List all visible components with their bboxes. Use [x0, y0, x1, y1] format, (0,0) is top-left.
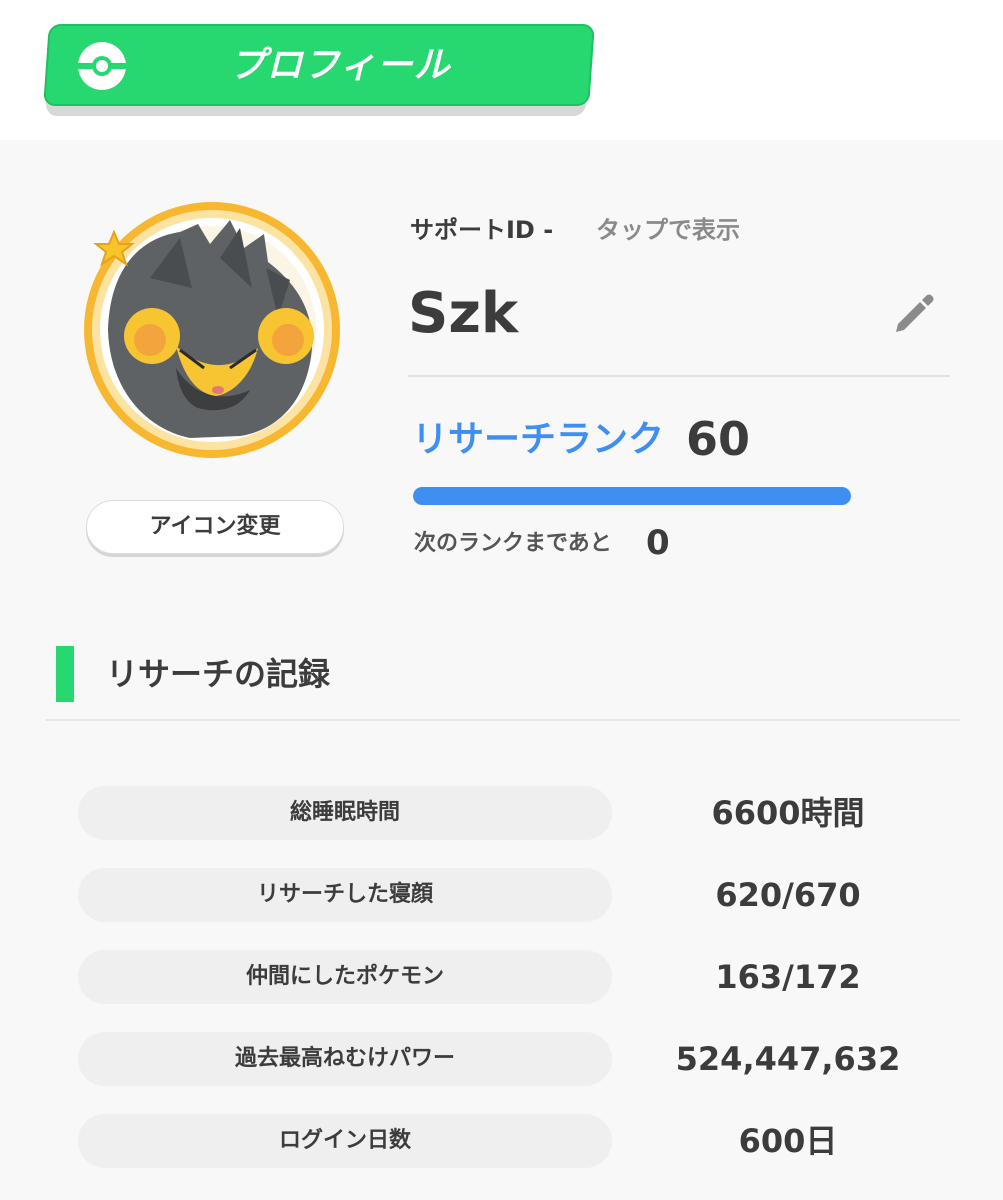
section-divider: [46, 719, 960, 721]
support-id-reveal-link[interactable]: タップで表示: [596, 210, 740, 245]
next-rank-label: 次のランクまであと: [414, 531, 612, 556]
stat-label: 総睡眠時間: [78, 786, 612, 840]
section-accent-bar: [56, 646, 74, 702]
avatar[interactable]: [80, 198, 344, 462]
stat-row-login-days: ログイン日数 600日: [78, 1114, 958, 1168]
luxray-ear-left: [124, 308, 180, 364]
stat-label: リサーチした寝顔: [78, 868, 612, 922]
records-section-title: リサーチの記録: [106, 655, 331, 693]
change-icon-button[interactable]: アイコン変更: [86, 500, 344, 554]
rank-progress-bar: [413, 487, 851, 505]
stat-row-total-sleep: 総睡眠時間 6600時間: [78, 786, 958, 840]
stat-label: 過去最高ねむけパワー: [78, 1032, 612, 1086]
stat-value: 163/172: [715, 958, 861, 996]
luxray-ear-right: [258, 308, 314, 364]
profile-divider: [408, 375, 950, 377]
research-rank-value: 60: [686, 412, 751, 466]
rank-progress-fill: [413, 487, 851, 505]
stat-value: 524,447,632: [675, 1040, 901, 1078]
stat-row-pokemon-befriended: 仲間にしたポケモン 163/172: [78, 950, 958, 1004]
page-title: プロフィール: [229, 45, 451, 86]
stat-value: 6600時間: [711, 794, 865, 832]
pencil-icon[interactable]: [888, 288, 938, 338]
next-rank-value: 0: [646, 523, 670, 563]
stat-row-sleep-styles: リサーチした寝顔 620/670: [78, 868, 958, 922]
research-rank-label: リサーチランク: [412, 419, 665, 460]
pokeball-icon: [78, 42, 126, 90]
stat-row-best-drowsy-power: 過去最高ねむけパワー 524,447,632: [78, 1032, 958, 1086]
stat-label: 仲間にしたポケモン: [78, 950, 612, 1004]
support-id-label: サポートID -: [410, 216, 554, 244]
stat-value: 600日: [738, 1122, 838, 1160]
profile-page: プロフィール アイコン変更 サポートID - タップで表示 Szk リサーチラン…: [0, 0, 1003, 1200]
stat-label: ログイン日数: [78, 1114, 612, 1168]
stat-value: 620/670: [715, 876, 861, 914]
player-name: Szk: [408, 281, 519, 346]
